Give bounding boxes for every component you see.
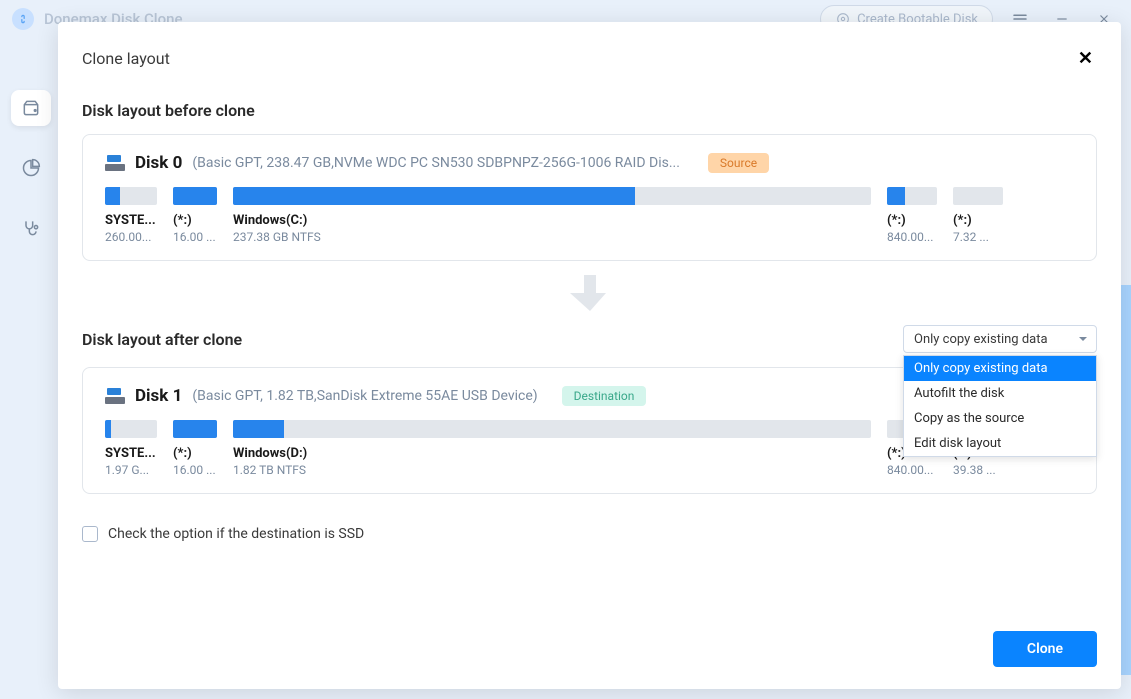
arrow-down-icon xyxy=(566,271,614,315)
disk-icon xyxy=(105,155,125,171)
clone-button[interactable]: Clone xyxy=(993,631,1097,667)
sidebar-item-chart[interactable] xyxy=(11,150,51,186)
dropdown-selected: Only copy existing data xyxy=(914,332,1048,347)
chevron-down-icon xyxy=(1078,334,1088,344)
disk1-desc: (Basic GPT, 1.82 TB,SanDisk Extreme 55AE… xyxy=(192,388,537,404)
disk0-name: Disk 0 xyxy=(135,153,182,173)
ssd-option-row[interactable]: Check the option if the destination is S… xyxy=(82,526,1097,542)
dropdown-option-autofit[interactable]: Autofilt the disk xyxy=(904,381,1096,406)
partition[interactable]: Windows(D:) 1.82 TB NTFS xyxy=(233,420,871,477)
disk-card-source: Disk 0 (Basic GPT, 238.47 GB,NVMe WDC PC… xyxy=(82,134,1097,261)
dropdown-option-copy-existing[interactable]: Only copy existing data xyxy=(904,356,1096,381)
source-badge: Source xyxy=(708,153,769,173)
partition[interactable]: (*:) 16.00 ... xyxy=(173,420,217,477)
dropdown-option-edit[interactable]: Edit disk layout xyxy=(904,431,1096,456)
ssd-label: Check the option if the destination is S… xyxy=(108,526,364,542)
dropdown-menu: Only copy existing data Autofilt the dis… xyxy=(903,355,1097,457)
dropdown-option-copy-source[interactable]: Copy as the source xyxy=(904,406,1096,431)
disk-icon xyxy=(105,388,125,404)
modal-close-button[interactable]: ✕ xyxy=(1074,44,1097,73)
layout-dropdown[interactable]: Only copy existing data xyxy=(903,325,1097,353)
pie-icon xyxy=(21,158,41,178)
disk0-desc: (Basic GPT, 238.47 GB,NVMe WDC PC SN530 … xyxy=(192,155,680,171)
stethoscope-icon xyxy=(21,218,41,238)
partition[interactable]: (*:) 840.00... xyxy=(887,187,937,244)
sidebar xyxy=(0,38,62,699)
app-logo-icon xyxy=(12,8,34,30)
before-title: Disk layout before clone xyxy=(82,101,1097,120)
sidebar-item-health[interactable] xyxy=(11,210,51,246)
ssd-checkbox[interactable] xyxy=(82,526,98,542)
after-title: Disk layout after clone xyxy=(82,330,242,349)
hdd-icon xyxy=(21,98,41,118)
partition[interactable]: SYSTE... 1.97 G... xyxy=(105,420,157,477)
clone-layout-modal: Clone layout ✕ Disk layout before clone … xyxy=(58,22,1121,689)
sidebar-item-disk[interactable] xyxy=(11,90,51,126)
modal-title: Clone layout xyxy=(82,49,170,68)
partition[interactable]: (*:) 7.32 ... xyxy=(953,187,1003,244)
partition[interactable]: (*:) 16.00 ... xyxy=(173,187,217,244)
destination-badge: Destination xyxy=(562,386,647,406)
disk0-parts: SYSTE... 260.00... (*:) 16.00 ... Window… xyxy=(105,187,1074,244)
disk1-name: Disk 1 xyxy=(135,386,182,406)
partition[interactable]: Windows(C:) 237.38 GB NTFS xyxy=(233,187,871,244)
partition[interactable]: SYSTE... 260.00... xyxy=(105,187,157,244)
